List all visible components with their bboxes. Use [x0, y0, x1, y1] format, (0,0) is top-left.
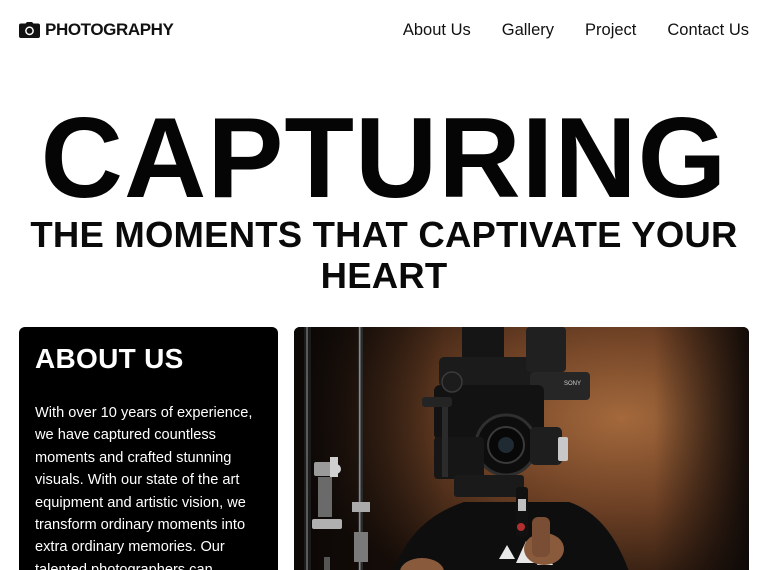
brand-name: PHOTOGRAPHY	[45, 20, 174, 39]
about-heading: ABOUT US	[35, 343, 184, 374]
camera-brand-label: SONY	[564, 381, 581, 387]
nav-link-contact-us[interactable]: Contact Us	[667, 21, 749, 40]
page: PHOTOGRAPHY About Us Gallery Project Con…	[0, 0, 768, 570]
cameraman-photo-illustration: SONY	[294, 327, 749, 570]
about-description: With over 10 years of experience, we hav…	[35, 405, 253, 570]
hero-subtitle: THE MOMENTS THAT CAPTIVATE YOUR HEART	[30, 214, 738, 296]
nav-link-about-us[interactable]: About Us	[403, 21, 471, 40]
hero-photo: SONY	[294, 327, 749, 570]
site-header: PHOTOGRAPHY About Us Gallery Project Con…	[0, 0, 768, 60]
main-nav: About Us Gallery Project Contact Us	[403, 21, 749, 40]
camera-icon	[19, 22, 40, 38]
nav-link-gallery[interactable]: Gallery	[502, 21, 554, 40]
nav-link-project[interactable]: Project	[585, 21, 636, 40]
hero-title: CAPTURING	[40, 95, 728, 222]
brand-logo-link[interactable]: PHOTOGRAPHY	[19, 20, 174, 40]
about-card: ABOUT US With over 10 years of experienc…	[19, 327, 278, 570]
